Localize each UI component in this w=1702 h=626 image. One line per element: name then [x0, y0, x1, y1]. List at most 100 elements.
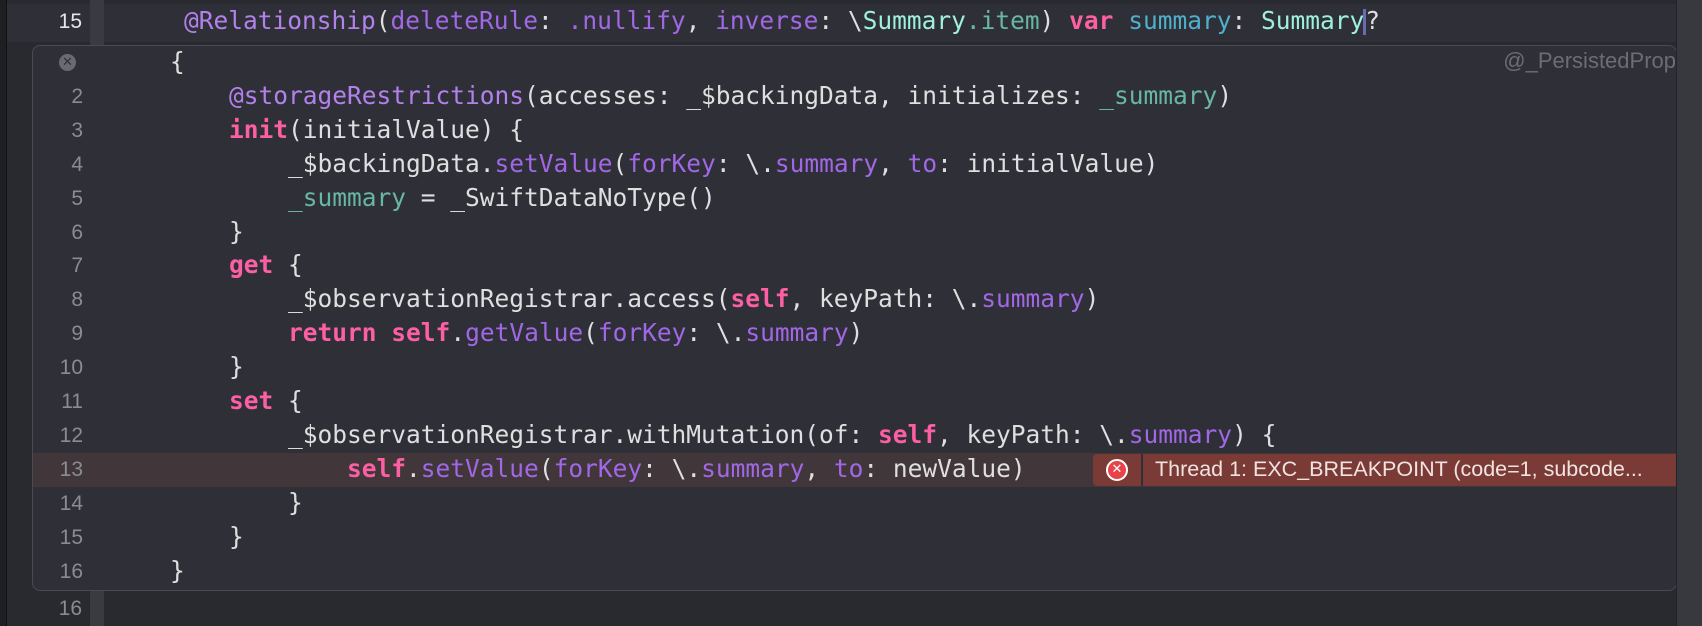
expanded-code-line[interactable]: 16} — [33, 555, 1676, 589]
expanded-code-line[interactable]: 14 } — [33, 487, 1676, 521]
code-token: self — [391, 318, 451, 348]
code-token: : \. — [686, 318, 746, 348]
code-text[interactable]: } — [170, 522, 244, 551]
code-token: : — [1231, 6, 1261, 35]
expanded-code-line[interactable]: { — [33, 46, 1676, 80]
code-text[interactable]: @storageRestrictions(accesses: _$backing… — [170, 81, 1232, 110]
code-token: self — [878, 419, 938, 449]
code-token: @Relationship — [184, 6, 376, 35]
expanded-code-line[interactable]: 12 _$observationRegistrar.withMutation(o… — [33, 419, 1676, 453]
code-token: forKey — [597, 318, 687, 348]
line-number: 12 — [59, 423, 83, 447]
code-text[interactable]: { — [170, 47, 185, 76]
vertical-scrollbar[interactable] — [1676, 0, 1702, 626]
expanded-code-line[interactable]: 11 set { — [33, 385, 1676, 419]
line-number: 4 — [71, 152, 83, 176]
code-token: : \. — [642, 453, 702, 483]
code-text[interactable]: set { — [170, 386, 303, 415]
line-number: 15 — [59, 525, 83, 549]
error-x-icon-glyph: ✕ — [1106, 458, 1128, 481]
line-number: 6 — [71, 220, 83, 244]
code-line-15[interactable]: 15 @Relationship(deleteRule: .nullify, i… — [7, 4, 1677, 42]
code-token: ) { — [1232, 419, 1277, 449]
code-text[interactable]: } — [170, 488, 303, 517]
expanded-code-line[interactable]: 15 } — [33, 521, 1676, 555]
code-token: ( — [583, 318, 598, 348]
code-token: ( — [612, 148, 628, 178]
expanded-code-line[interactable]: 3 init(initialValue) { — [33, 114, 1676, 148]
code-text[interactable]: } — [170, 217, 244, 246]
code-token: setValue — [494, 148, 613, 178]
code-token: summary — [1113, 6, 1232, 35]
expanded-code-line[interactable]: 4 _$backingData.setValue(forKey: \.summa… — [33, 148, 1676, 182]
error-x-icon[interactable]: ✕ — [1093, 453, 1143, 486]
code-token: get — [229, 250, 274, 280]
code-token: , — [804, 453, 834, 483]
code-token: init — [229, 114, 289, 144]
code-token: { — [273, 250, 303, 280]
code-token: : newValue) — [863, 453, 1026, 483]
expanded-code-line[interactable]: 10 } — [33, 351, 1676, 385]
code-token: : — [538, 6, 568, 35]
code-text[interactable]: } — [170, 352, 244, 381]
code-text[interactable]: _$observationRegistrar.access(self, keyP… — [170, 284, 1099, 313]
expanded-code-line[interactable]: 8 _$observationRegistrar.access(self, ke… — [33, 283, 1676, 317]
code-token: forKey — [553, 453, 643, 483]
line-number: 11 — [61, 390, 83, 413]
expanded-code-line[interactable]: 6 } — [33, 216, 1676, 250]
code-token: Summary — [1260, 6, 1365, 35]
code-token: summary — [981, 284, 1085, 314]
code-token: ( — [375, 6, 391, 35]
code-token: = _SwiftDataNoType() — [406, 182, 716, 212]
code-token: , — [878, 148, 908, 178]
line-number: 16 — [58, 597, 82, 620]
code-text[interactable]: } — [170, 556, 185, 585]
expanded-code-line[interactable]: 9 return self.getValue(forKey: \.summary… — [33, 317, 1676, 351]
code-token: to — [907, 148, 938, 178]
expanded-code-line[interactable]: 5 _summary = _SwiftDataNoType() — [33, 182, 1676, 216]
line-number: 5 — [71, 186, 83, 210]
code-token: , — [685, 6, 716, 35]
code-token: _$observationRegistrar.access( — [170, 284, 731, 314]
expanded-code-line[interactable]: 7 get { — [33, 249, 1676, 283]
code-token: @storageRestrictions — [229, 80, 525, 110]
code-text[interactable]: @Relationship(deleteRule: .nullify, inve… — [184, 6, 1380, 35]
code-token: . — [406, 453, 421, 483]
code-token: Summary — [862, 6, 966, 35]
code-token: summary — [1128, 419, 1233, 449]
code-text[interactable]: return self.getValue(forKey: \.summary) — [170, 318, 863, 347]
code-text[interactable]: get { — [170, 250, 303, 279]
code-token: self — [347, 453, 407, 483]
code-token: } — [170, 352, 244, 382]
line-number: 14 — [59, 491, 83, 515]
code-text[interactable]: self.setValue(forKey: \.summary, to: new… — [170, 454, 1026, 483]
code-text[interactable]: _$backingData.setValue(forKey: \.summary… — [170, 149, 1158, 178]
line-number: 10 — [59, 356, 83, 380]
code-token: .item — [965, 6, 1040, 35]
expanded-code-line[interactable]: 13 self.setValue(forKey: \.summary, to: … — [33, 452, 1676, 487]
code-token: getValue — [465, 318, 584, 348]
code-text[interactable]: init(initialValue) { — [170, 115, 524, 144]
code-token: _summary — [288, 182, 407, 212]
code-token: ) — [1217, 80, 1233, 110]
code-token: } — [170, 487, 303, 517]
code-token: deleteRule — [390, 6, 539, 35]
code-token: } — [170, 216, 244, 246]
line-number: 13 — [59, 457, 83, 481]
code-text[interactable]: _$observationRegistrar.withMutation(of: … — [170, 420, 1276, 449]
code-token: : \. — [715, 148, 775, 178]
error-annotation[interactable]: ✕ Thread 1: EXC_BREAKPOINT (code=1, subco… — [1093, 453, 1676, 486]
line-number: 9 — [71, 322, 83, 346]
code-token: : \ — [818, 6, 863, 35]
code-token: ) — [1039, 6, 1070, 35]
code-token: summary — [774, 148, 879, 178]
code-token: summary — [701, 453, 805, 483]
code-text[interactable]: _summary = _SwiftDataNoType() — [170, 183, 716, 212]
expanded-code-line[interactable]: 2 @storageRestrictions(accesses: _$backi… — [33, 80, 1676, 114]
